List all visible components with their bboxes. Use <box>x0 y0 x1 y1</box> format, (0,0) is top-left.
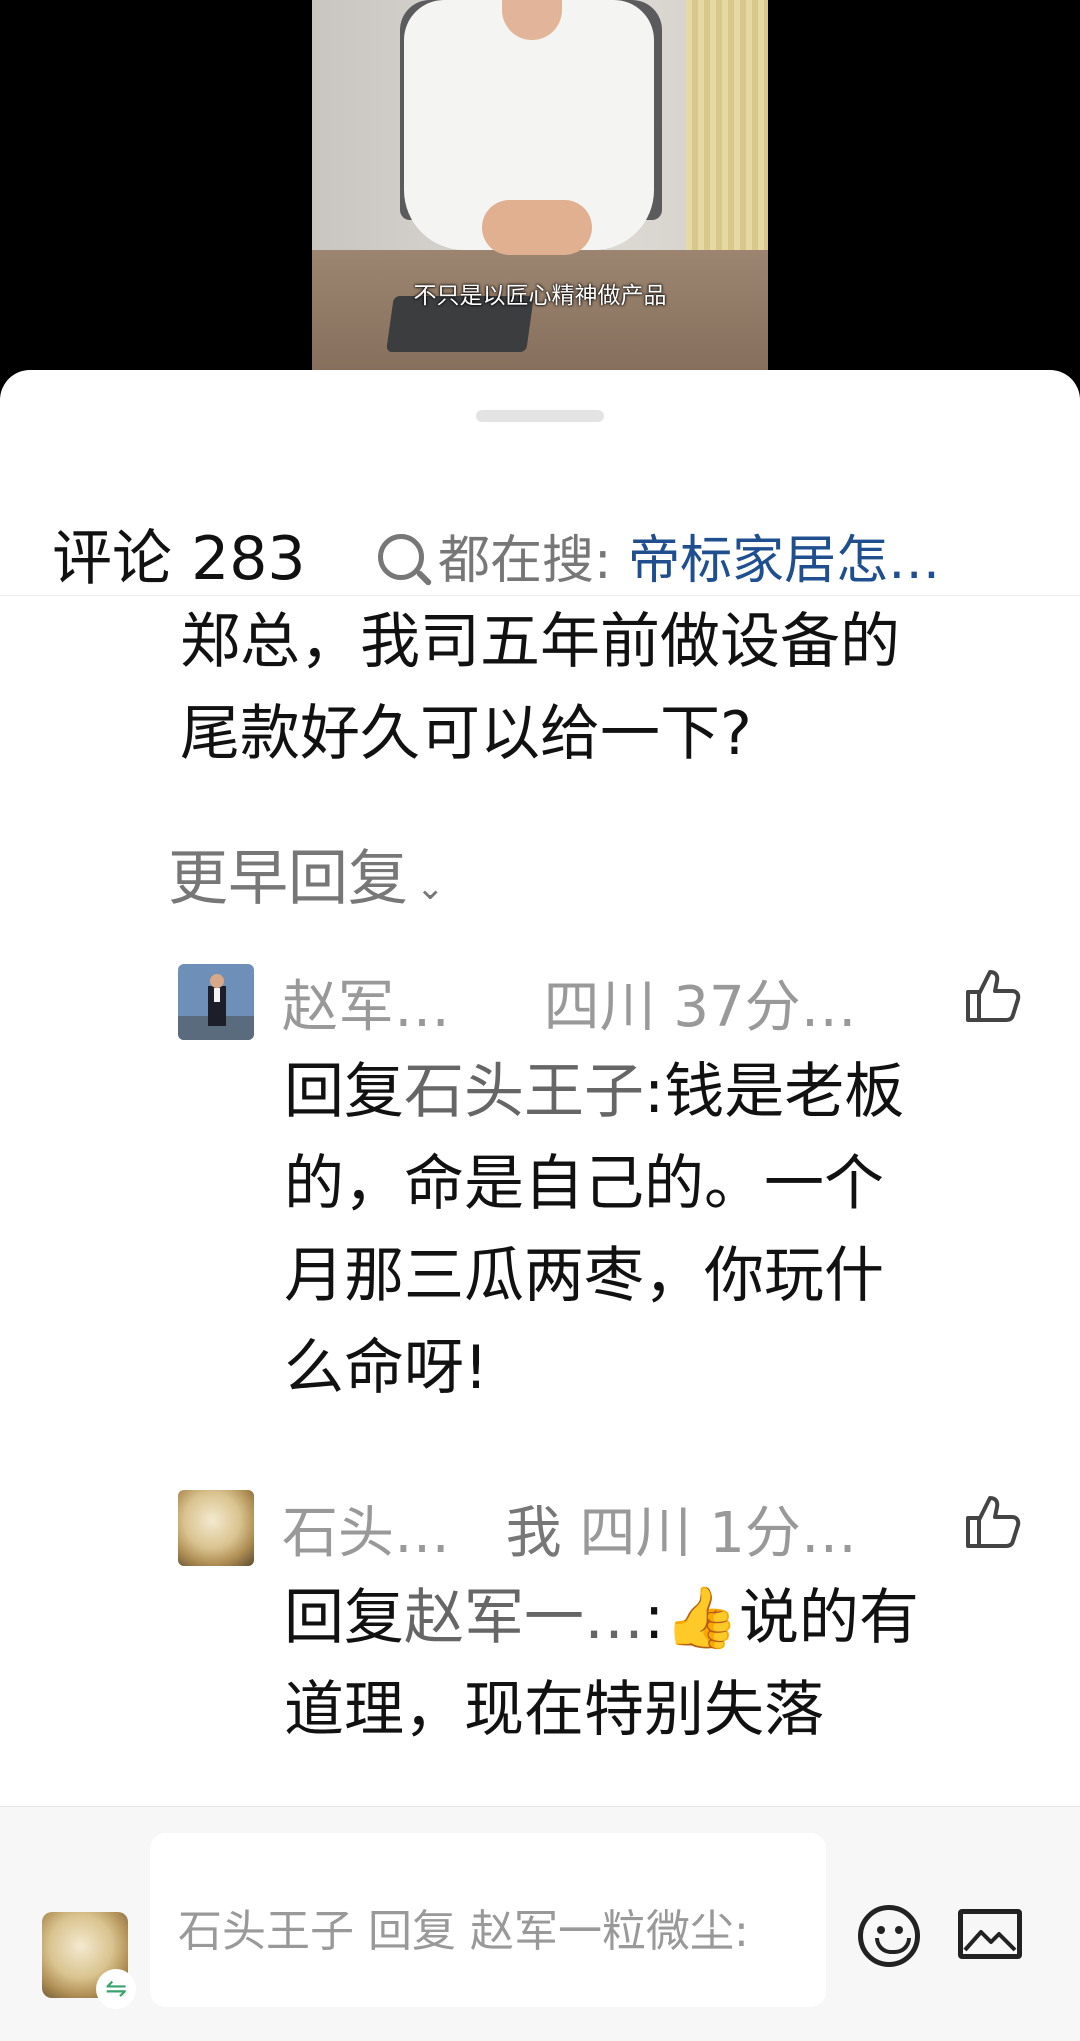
parent-comment-line: 尾款好久可以给一下? <box>180 699 752 769</box>
image-icon[interactable] <box>958 1909 1022 1959</box>
reply-text-line: 道理，现在特别失落 <box>284 1675 824 1745</box>
reply-meta: 赵军… 四川 37分… <box>282 962 857 1043</box>
search-prefix: 都在搜: <box>438 531 612 591</box>
reply-text-line: 的，命是自己的。一个 <box>284 1149 884 1219</box>
thumbs-up-icon[interactable] <box>962 966 1022 1026</box>
search-icon <box>378 534 424 580</box>
video-curtain <box>686 0 768 250</box>
comments-sheet: 评论 283 都在搜: 帝标家居怎… 郑总，我司五年前做设备的 尾款好久可以给一… <box>0 370 1080 2040</box>
video-hands <box>482 200 592 255</box>
emoji-icon[interactable] <box>858 1905 920 1967</box>
video-player[interactable]: 不只是以匠心精神做产品 <box>312 0 768 370</box>
avatar[interactable] <box>178 1490 254 1566</box>
parent-comment-line: 郑总，我司五年前做设备的 <box>180 607 900 677</box>
drag-handle[interactable] <box>476 410 604 422</box>
reply-text: 回复石头王子:钱是老板 的，命是自己的。一个 月那三瓜两枣，你玩什 么命呀! <box>284 1046 1044 1414</box>
reply-prefix: 回复 <box>284 1057 404 1127</box>
me-tag: 我 <box>505 1501 562 1566</box>
avatar-image <box>178 964 254 1040</box>
search-suggestion[interactable]: 都在搜: 帝标家居怎… <box>378 518 940 593</box>
reply-author[interactable]: 赵军… <box>282 975 450 1040</box>
reply-input-bar: ⇋ 石头王子 回复 赵军一粒微尘: <box>0 1806 1080 2041</box>
reply-text-line: :钱是老板 <box>644 1057 905 1127</box>
reply-prefix: 回复 <box>284 1583 404 1653</box>
reply-input[interactable]: 石头王子 回复 赵军一粒微尘: <box>150 1833 826 2007</box>
reply-text-line: 说的有 <box>738 1583 919 1653</box>
reply-author[interactable]: 石头… <box>282 1501 450 1566</box>
reply-text-line: 么命呀! <box>284 1333 489 1403</box>
earlier-replies-label: 更早回复 <box>168 844 408 914</box>
thumbs-up-icon[interactable] <box>962 1492 1022 1552</box>
switch-account-icon[interactable]: ⇋ <box>96 1969 136 2009</box>
chevron-down-icon: ⌄ <box>416 868 445 908</box>
thumbs-up-emoji: 👍 <box>664 1583 739 1653</box>
reply-mention[interactable]: 赵军一… <box>404 1583 644 1653</box>
reply-text-line: : <box>644 1583 665 1653</box>
reply-text-line: 月那三瓜两枣，你玩什 <box>284 1241 884 1311</box>
video-table <box>312 250 768 370</box>
earlier-replies-button[interactable]: 更早回复 ⌄ <box>168 830 445 917</box>
search-query[interactable]: 帝标家居怎… <box>628 531 940 591</box>
reply-location-time: 四川 37分… <box>543 975 857 1040</box>
reply-location-time: 四川 1分… <box>579 1501 857 1566</box>
reply-meta: 石头… 我 四川 1分… <box>282 1488 857 1569</box>
image-icon-glyph <box>963 1930 1017 1952</box>
parent-comment-text: 郑总，我司五年前做设备的 尾款好久可以给一下? <box>180 596 1040 780</box>
avatar[interactable] <box>178 964 254 1040</box>
reply-mention[interactable]: 石头王子 <box>404 1057 644 1127</box>
comments-header: 评论 283 都在搜: 帝标家居怎… <box>0 470 1080 596</box>
reply-text: 回复赵军一…:👍说的有 道理，现在特别失落 <box>284 1572 1044 1756</box>
video-subtitle: 不只是以匠心精神做产品 <box>413 283 667 309</box>
comments-title: 评论 283 <box>52 524 306 594</box>
